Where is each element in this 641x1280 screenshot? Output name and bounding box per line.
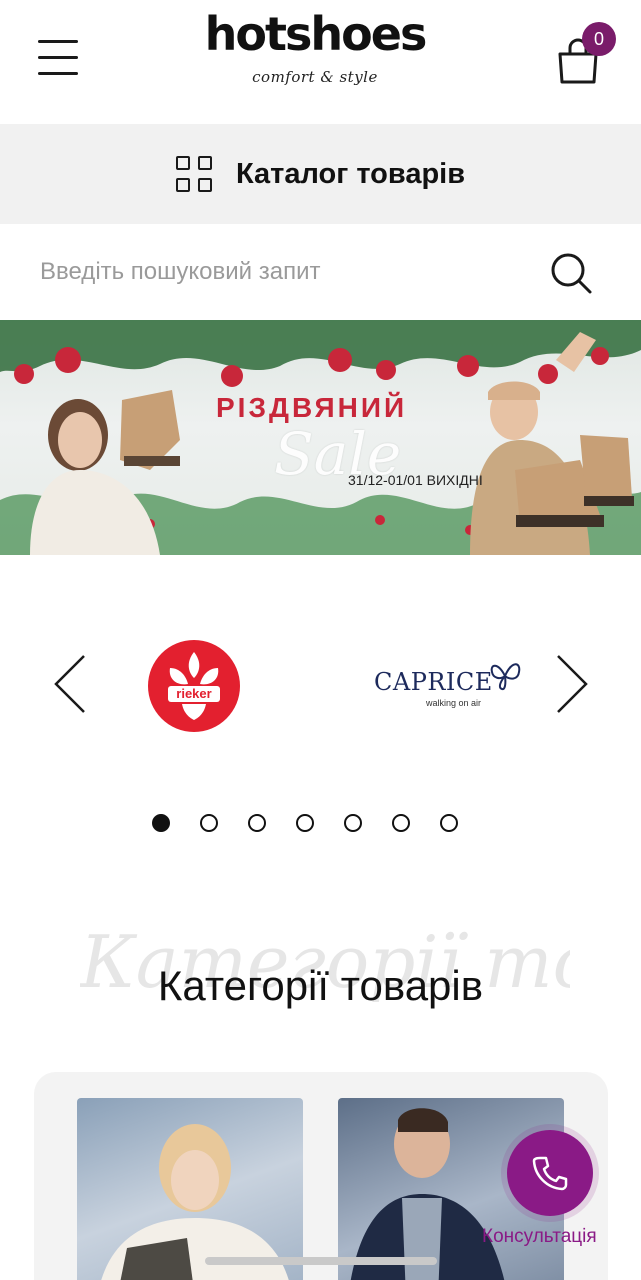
promo-banner[interactable]: РІЗДВЯНИЙ Sale 31/12-01/01 ВИХІДНІ [0, 320, 641, 555]
search-button[interactable] [548, 250, 596, 298]
brand-logo-caprice[interactable]: CAPRICE walking on air [370, 658, 530, 714]
cart-button[interactable]: 0 [552, 22, 622, 86]
consultation-button[interactable] [507, 1130, 593, 1216]
carousel-dot[interactable] [296, 814, 314, 832]
site-header: hotshoes comfort & style 0 [0, 0, 641, 124]
banner-dates: 31/12-01/01 ВИХІДНІ [348, 472, 483, 488]
butterfly-icon [490, 663, 521, 691]
carousel-dot[interactable] [248, 814, 266, 832]
carousel-pagination [0, 812, 641, 836]
carousel-prev-button[interactable] [50, 652, 90, 716]
category-image [101, 1124, 289, 1280]
catalog-label: Каталог товарів [235, 157, 466, 190]
brands-carousel: rieker CAPRICE walking on air [0, 600, 641, 780]
consultation-label[interactable]: Консультація [482, 1226, 622, 1248]
logo-text: hotshoes [204, 7, 428, 61]
brand-name: rieker [176, 686, 211, 701]
home-indicator [205, 1257, 437, 1265]
chevron-left-icon [54, 655, 85, 713]
logo[interactable]: hotshoes comfort & style [170, 8, 460, 112]
cart-count-badge: 0 [582, 22, 616, 56]
categories-title: Категорії товарів [157, 962, 484, 1009]
brand-name: CAPRICE [374, 668, 493, 696]
search-icon [551, 253, 592, 294]
search-input[interactable] [40, 250, 520, 294]
carousel-dot[interactable] [152, 814, 170, 832]
logo-tagline: comfort & style [252, 68, 378, 86]
brand-tagline: walking on air [426, 698, 482, 708]
page: hotshoes comfort & style 0 Каталог товар… [0, 0, 641, 1280]
categories-heading: Категорії товарів Категорії товарів [0, 920, 641, 1050]
chevron-right-icon [557, 655, 588, 713]
carousel-dot[interactable] [200, 814, 218, 832]
grid-icon [175, 156, 212, 192]
catalog-button[interactable]: Каталог товарів [0, 124, 641, 224]
rieker-logo-icon: rieker [168, 652, 220, 720]
phone-icon [532, 1156, 568, 1191]
carousel-next-button[interactable] [552, 652, 592, 716]
brand-logo-rieker[interactable]: rieker [148, 640, 240, 732]
category-card-women[interactable] [77, 1098, 303, 1280]
search-bar [0, 224, 641, 320]
menu-icon[interactable] [38, 38, 78, 76]
carousel-dot[interactable] [344, 814, 362, 832]
carousel-dot[interactable] [392, 814, 410, 832]
carousel-dot[interactable] [440, 814, 458, 832]
